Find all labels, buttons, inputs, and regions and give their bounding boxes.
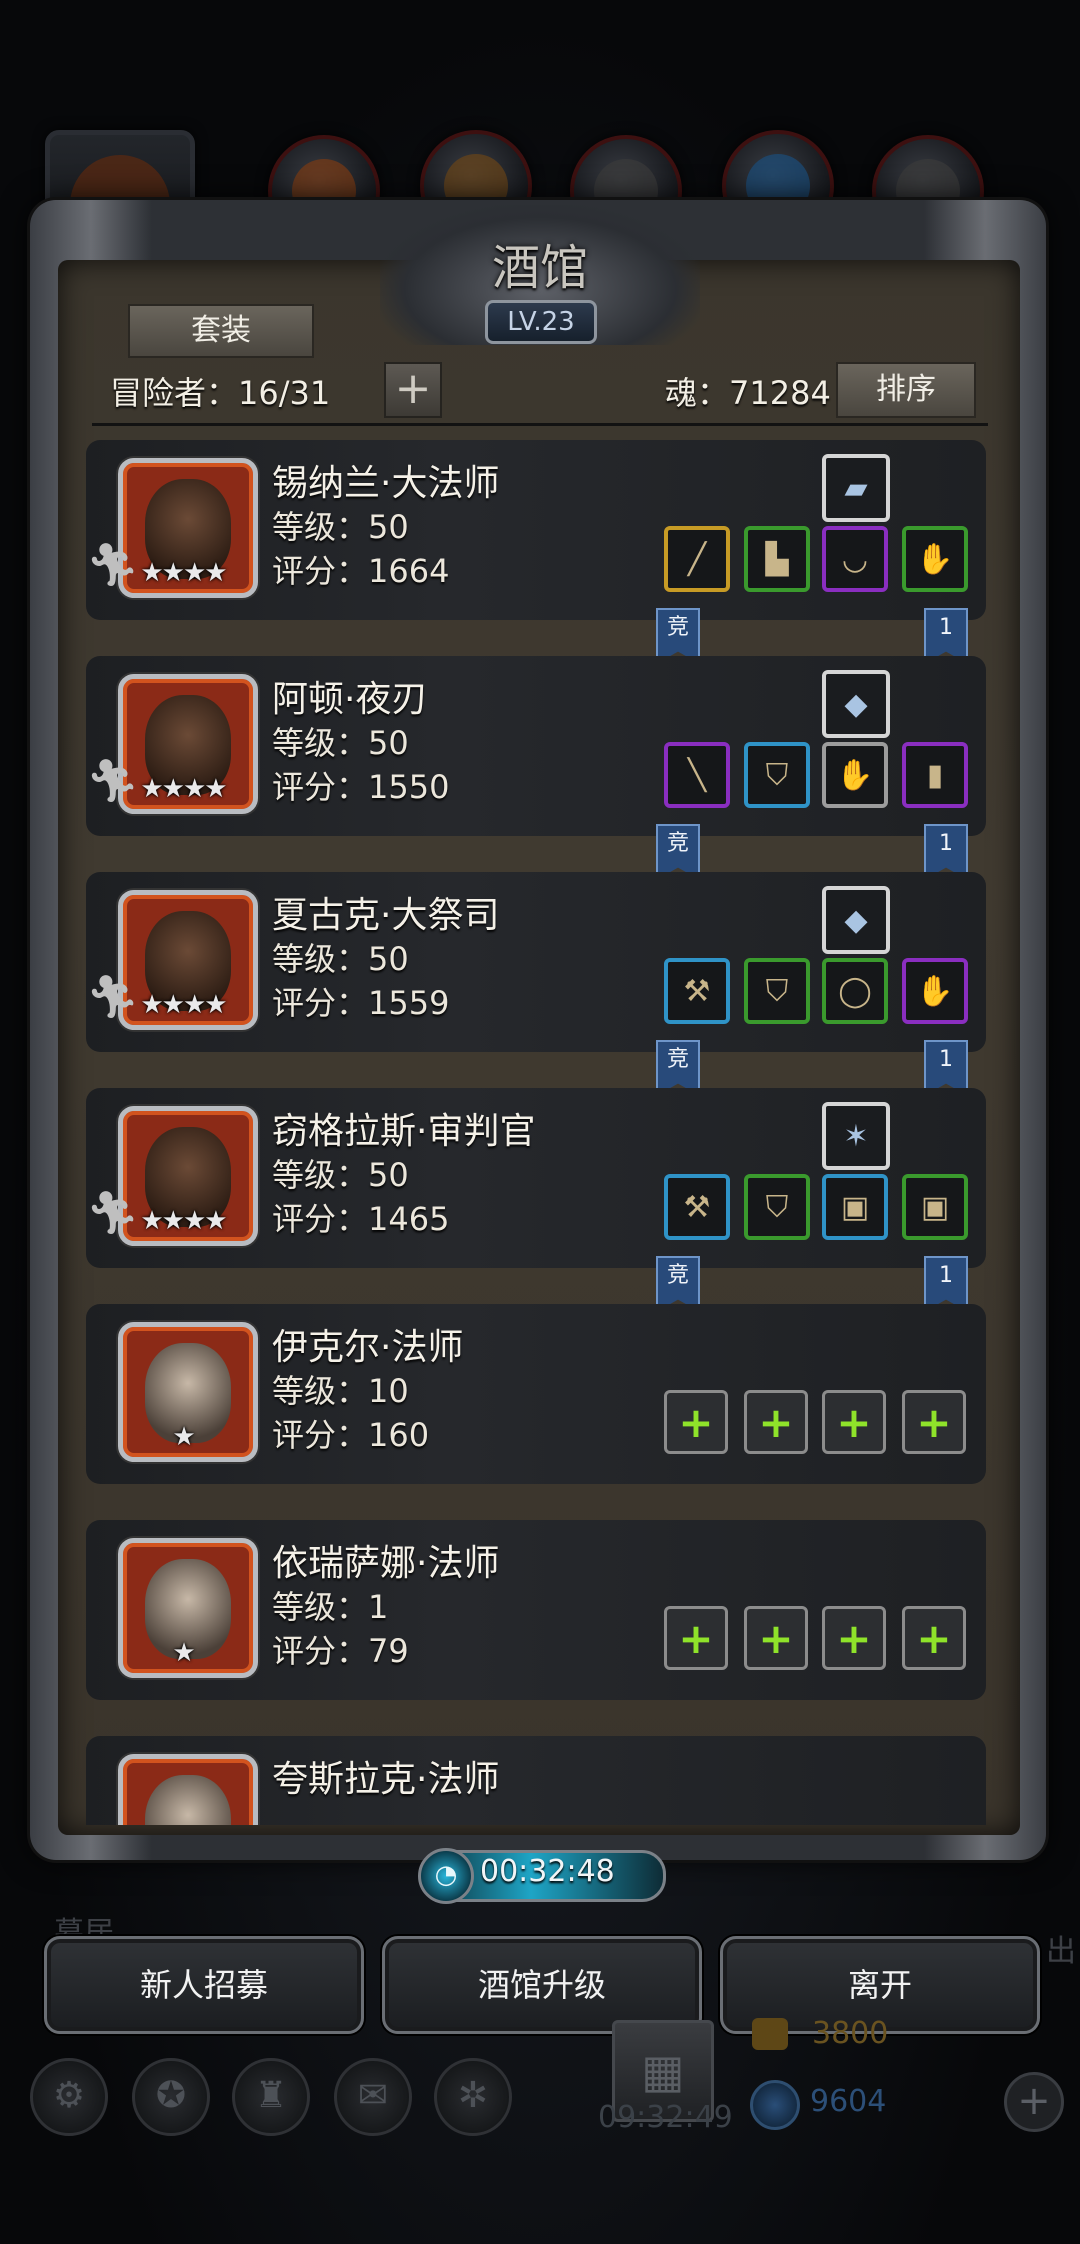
- hero-score: 评分：1550: [272, 768, 450, 806]
- running-figure-icon: 🏃︎: [86, 540, 140, 589]
- hero-name: 锡纳兰·大法师: [272, 463, 500, 504]
- emblem-icon[interactable]: ✶: [822, 1102, 890, 1170]
- tavern-level-badge: LV.23: [485, 300, 597, 344]
- crystal-icon[interactable]: ◆: [822, 670, 890, 738]
- adventurer-count: 冒险者：16/31: [110, 374, 331, 412]
- hero-card[interactable]: ★★★★ 🏃︎ 夏古克·大祭司 等级：50 评分：1559 ◆ ⚒ ⛉ ◯ ✋ 竞 1: [86, 872, 986, 1096]
- hammer-icon[interactable]: ⚒: [664, 958, 730, 1024]
- hero-card[interactable]: ★★★★ 🏃︎ 锡纳兰·大法师 等级：50 评分：1664 ▰ ╱ ▙ ◡ ✋ 竞 1: [86, 440, 986, 664]
- gauntlet-icon[interactable]: ✋: [902, 958, 968, 1024]
- hero-name: 窃格拉斯·审判官: [272, 1111, 536, 1152]
- hammer-icon[interactable]: ⚒: [664, 1174, 730, 1240]
- hero-card[interactable]: ★ 依瑞萨娜·法师 等级：1 评分：79 + + + +: [86, 1520, 986, 1700]
- hero-stars: ★★★★: [140, 774, 227, 804]
- background-label-right: 出: [1046, 1934, 1076, 1969]
- running-figure-icon: 🏃︎: [86, 1188, 140, 1237]
- hero-score: 评分：1465: [272, 1200, 450, 1238]
- hero-card[interactable]: ★ 伊克尔·法师 等级：10 评分：160 + + + +: [86, 1304, 986, 1484]
- star-medal-icon[interactable]: ✪: [132, 2058, 210, 2136]
- hero-name: 依瑞萨娜·法师: [272, 1543, 500, 1584]
- hero-level: 等级：50: [272, 1156, 409, 1194]
- hero-name: 阿顿·夜刃: [272, 679, 428, 720]
- hero-level: 等级：10: [272, 1372, 409, 1410]
- panel-title: 酒馆: [491, 240, 588, 296]
- set-button[interactable]: 套装: [128, 304, 314, 358]
- gold-icon: [752, 2018, 788, 2050]
- empty-equipment-slot-plus-icon[interactable]: +: [664, 1606, 728, 1670]
- empty-equipment-slot-plus-icon[interactable]: +: [744, 1606, 808, 1670]
- necklace-icon[interactable]: ◡: [822, 526, 888, 592]
- hero-stars: ★: [172, 1422, 195, 1452]
- hero-score: 评分：1559: [272, 984, 450, 1022]
- armor-icon[interactable]: ⛉: [744, 958, 810, 1024]
- add-currency-icon[interactable]: +: [1004, 2072, 1064, 2132]
- sort-button[interactable]: 排序: [836, 362, 976, 418]
- crystal-icon[interactable]: ◆: [822, 886, 890, 954]
- hero-level: 等级：50: [272, 724, 409, 762]
- shield-icon[interactable]: ▮: [902, 742, 968, 808]
- hero-card[interactable]: ★★★★ 🏃︎ 阿顿·夜刃 等级：50 评分：1550 ◆ ╲ ⛉ ✋ ▮ 竞 1: [86, 656, 986, 880]
- add-adventurer-slot-button[interactable]: +: [384, 362, 442, 418]
- gauntlet-icon[interactable]: ✋: [822, 742, 888, 808]
- running-figure-icon: 🏃︎: [86, 756, 140, 805]
- settings-icon[interactable]: ⚙: [30, 2058, 108, 2136]
- share-icon[interactable]: ✲: [434, 2058, 512, 2136]
- hero-name: 夸斯拉克·法师: [272, 1759, 500, 1800]
- recruit-button[interactable]: 新人招募: [44, 1936, 364, 2034]
- soul-count: 魂：71284: [665, 374, 831, 412]
- gift-timer: 09:32:49: [598, 2100, 733, 2135]
- hero-score: 评分：160: [272, 1416, 430, 1454]
- header-divider: [92, 423, 988, 426]
- empty-equipment-slot-plus-icon[interactable]: +: [822, 1390, 886, 1454]
- hero-stars: ★★★★: [140, 990, 227, 1020]
- dagger-icon[interactable]: ╲: [664, 742, 730, 808]
- mail-icon[interactable]: ✉: [334, 2058, 412, 2136]
- hero-score: 评分：79: [272, 1632, 409, 1670]
- hero-portrait[interactable]: [118, 1754, 258, 1825]
- blue-card-icon[interactable]: ▰: [822, 454, 890, 522]
- chest-armor-icon[interactable]: ▣: [822, 1174, 888, 1240]
- ring-icon[interactable]: ◯: [822, 958, 888, 1024]
- gold-amount: 3800: [812, 2016, 889, 2051]
- staff-icon[interactable]: ╱: [664, 526, 730, 592]
- hero-stars: ★★★★: [140, 558, 227, 588]
- helmet-icon[interactable]: ♜: [232, 2058, 310, 2136]
- running-figure-icon: 🏃︎: [86, 972, 140, 1021]
- hero-level: 等级：50: [272, 508, 409, 546]
- empty-equipment-slot-plus-icon[interactable]: +: [744, 1390, 808, 1454]
- boots-icon[interactable]: ▙: [744, 526, 810, 592]
- hero-card[interactable]: 夸斯拉克·法师: [86, 1736, 986, 1825]
- hero-level: 等级：1: [272, 1588, 389, 1626]
- hero-name: 夏古克·大祭司: [272, 895, 500, 936]
- hero-name: 伊克尔·法师: [272, 1327, 464, 1368]
- clock-icon: ◔: [418, 1848, 474, 1904]
- hero-card[interactable]: ★★★★ 🏃︎ 窃格拉斯·审判官 等级：50 评分：1465 ✶ ⚒ ⛉ ▣ ▣ 竞 1: [86, 1088, 986, 1312]
- empty-equipment-slot-plus-icon[interactable]: +: [822, 1606, 886, 1670]
- chest-armor-icon[interactable]: ▣: [902, 1174, 968, 1240]
- refresh-timer: 00:32:48: [480, 1854, 615, 1889]
- empty-equipment-slot-plus-icon[interactable]: +: [902, 1606, 966, 1670]
- empty-equipment-slot-plus-icon[interactable]: +: [902, 1390, 966, 1454]
- armor-icon[interactable]: ⛉: [744, 1174, 810, 1240]
- gauntlet-icon[interactable]: ✋: [902, 526, 968, 592]
- gem-amount: 9604: [810, 2084, 887, 2119]
- gem-icon: [750, 2080, 800, 2130]
- empty-equipment-slot-plus-icon[interactable]: +: [664, 1390, 728, 1454]
- hero-list[interactable]: ★★★★ 🏃︎ 锡纳兰·大法师 等级：50 评分：1664 ▰ ╱ ▙ ◡ ✋ 竞 1 ★★★★ 🏃︎ 阿顿…: [86, 440, 986, 1825]
- armor-icon[interactable]: ⛉: [744, 742, 810, 808]
- hero-level: 等级：50: [272, 940, 409, 978]
- hero-stars: ★★★★: [140, 1206, 227, 1236]
- hero-face: [145, 1775, 231, 1825]
- hero-stars: ★: [172, 1638, 195, 1668]
- hero-score: 评分：1664: [272, 552, 450, 590]
